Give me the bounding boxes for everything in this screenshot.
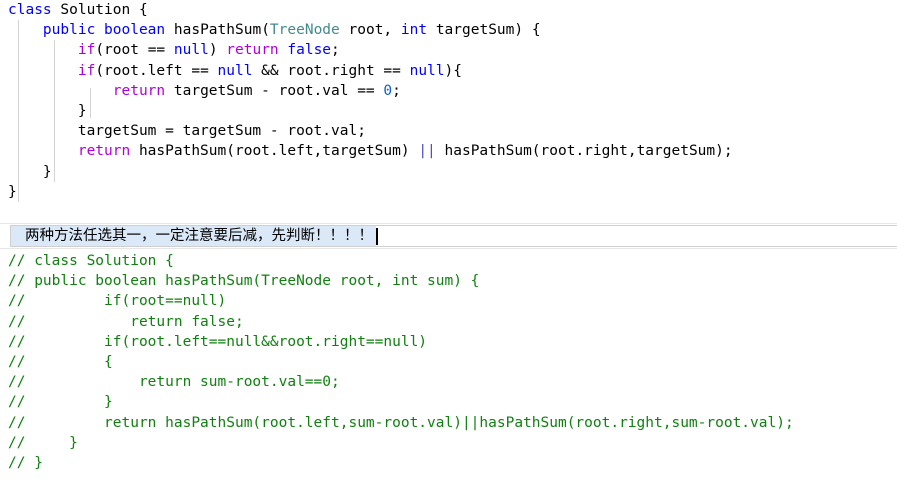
indent-guide xyxy=(90,88,91,118)
code-line-comment[interactable]: // return hasPathSum(root.left,sum-root.… xyxy=(0,413,897,433)
code-token: ( xyxy=(261,22,270,39)
code-token: TreeNode xyxy=(269,22,349,39)
code-token: if xyxy=(77,62,96,79)
code-token: return xyxy=(77,143,139,160)
comment-token: // return false; xyxy=(8,313,244,330)
source-code-active[interactable]: class Solution { public boolean hasPathS… xyxy=(0,0,897,202)
code-line[interactable]: if(root.left == null && root.right == nu… xyxy=(0,61,897,81)
indent-guide xyxy=(18,20,19,202)
code-token: root, xyxy=(348,22,401,39)
indent-guide xyxy=(54,40,55,182)
code-token: hasPathSum(root.right,targetSum); xyxy=(435,143,733,160)
comment-token: // } xyxy=(8,454,43,471)
code-token: ) { xyxy=(514,22,541,39)
code-token: false xyxy=(287,42,332,59)
code-token: return xyxy=(112,82,174,99)
comment-token: // { xyxy=(8,353,113,370)
code-token: class xyxy=(8,2,61,18)
comment-token: // if(root.left==null&&root.right==null) xyxy=(8,333,428,350)
code-line-comment[interactable]: // return sum-root.val==0; xyxy=(0,372,897,392)
code-token: 0 xyxy=(383,82,393,99)
code-token: } xyxy=(8,163,52,180)
code-line[interactable]: if(root == null) return false; xyxy=(0,40,897,60)
ime-input-field[interactable]: 两种方法任选其一，一定注意要后减，先判断！！！！ xyxy=(10,225,897,247)
code-line[interactable]: class Solution { xyxy=(0,0,897,20)
code-token: ; xyxy=(392,82,401,99)
comment-token: // class Solution { xyxy=(8,253,174,269)
code-line[interactable]: } xyxy=(0,182,897,202)
comment-token: // } xyxy=(8,434,78,451)
code-token: targetSum = targetSum - root.val; xyxy=(8,123,366,140)
code-token: && root.right == xyxy=(252,62,410,79)
code-token: { xyxy=(138,2,148,18)
ime-composition-bar[interactable]: 两种方法任选其一，一定注意要后减，先判断！！！！ xyxy=(0,223,897,249)
code-line[interactable]: return hasPathSum(root.left,targetSum) |… xyxy=(0,141,897,161)
code-line-comment[interactable]: // { xyxy=(0,352,897,372)
code-line-comment[interactable]: // return false; xyxy=(0,312,897,332)
comment-token: // if(root==null) xyxy=(8,293,227,310)
code-line-comment[interactable]: // public boolean hasPathSum(TreeNode ro… xyxy=(0,271,897,291)
comment-token: // public boolean hasPathSum(TreeNode ro… xyxy=(8,273,480,290)
code-token: null xyxy=(217,62,253,79)
code-token: ){ xyxy=(444,62,462,79)
code-line[interactable]: } xyxy=(0,162,897,182)
code-token: null xyxy=(173,42,209,59)
comment-token: // } xyxy=(8,394,113,411)
comment-token: // return hasPathSum(root.left,sum-root.… xyxy=(8,414,794,431)
code-token: targetSum - root.val == xyxy=(173,82,384,99)
code-token: if xyxy=(77,42,96,59)
code-token: targetSum xyxy=(435,22,515,39)
code-line[interactable]: } xyxy=(0,101,897,121)
comment-token: // return sum-root.val==0; xyxy=(8,374,340,391)
code-token: null xyxy=(409,62,445,79)
code-token: } xyxy=(8,183,17,200)
ime-composition-text: 两种方法任选其一，一定注意要后减，先判断！！！！ xyxy=(11,226,376,246)
code-token: int xyxy=(400,22,436,39)
code-token: hasPathSum(root.left,targetSum) xyxy=(138,143,419,160)
ime-empty-remainder xyxy=(378,226,897,246)
code-token: boolean xyxy=(104,22,174,39)
code-token: (root == xyxy=(95,42,174,59)
code-token: || xyxy=(418,143,436,160)
code-token: public xyxy=(42,22,105,39)
code-line-comment[interactable]: // class Solution { xyxy=(0,251,897,271)
code-line-comment[interactable]: // if(root.left==null&&root.right==null) xyxy=(0,332,897,352)
code-editor[interactable]: class Solution { public boolean hasPathS… xyxy=(0,0,897,502)
code-line-comment[interactable]: // } xyxy=(0,453,897,473)
code-line-comment[interactable]: // } xyxy=(0,433,897,453)
code-token: } xyxy=(8,102,87,119)
code-line-comment[interactable]: // } xyxy=(0,392,897,412)
code-token: ) xyxy=(208,42,227,59)
code-token: (root.left == xyxy=(95,62,218,79)
code-token: return xyxy=(226,42,288,59)
code-line-comment[interactable]: // if(root==null) xyxy=(0,291,897,311)
code-line[interactable]: return targetSum - root.val == 0; xyxy=(0,81,897,101)
source-code-commented[interactable]: // class Solution { // public boolean has… xyxy=(0,251,897,473)
code-token: ; xyxy=(331,42,340,59)
code-line[interactable]: targetSum = targetSum - root.val; xyxy=(0,121,897,141)
code-line[interactable]: public boolean hasPathSum(TreeNode root,… xyxy=(0,20,897,40)
code-token: Solution xyxy=(60,2,139,18)
code-token: hasPathSum xyxy=(173,22,262,39)
